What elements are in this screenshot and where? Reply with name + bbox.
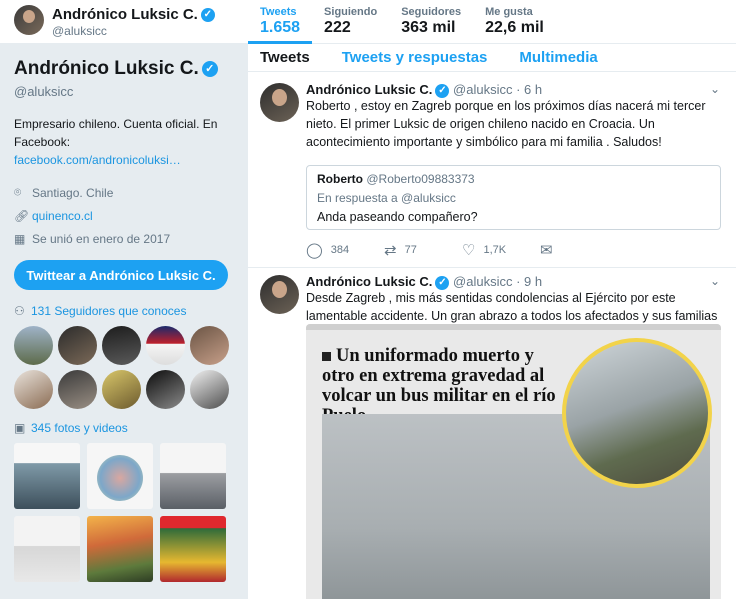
profile-handle[interactable]: @aluksicc <box>14 84 236 99</box>
stat-tweets[interactable]: Tweets 1.658 <box>248 0 313 44</box>
envelope-icon: ✉ <box>540 242 553 259</box>
tweet-actions: ◯ 384 ⇄ 77 ♡ 1,7K ✉ <box>306 241 618 259</box>
profile-joined: ▦ Se unió en enero de 2017 <box>14 231 171 246</box>
stat-followers[interactable]: Seguidores 363 mil <box>389 0 473 44</box>
retweet-icon: ⇄ <box>384 242 397 259</box>
follower-avatar[interactable] <box>146 370 185 409</box>
tab-tweets-replies[interactable]: Tweets y respuestas <box>330 44 488 71</box>
inset-photo <box>562 338 712 488</box>
follower-avatar[interactable] <box>146 326 185 365</box>
timeline-tabs: Tweets Tweets y respuestas Multimedia <box>248 44 736 72</box>
profile-nav-bar: Andrónico Luksic C. ✓ @aluksicc Tweets 1.… <box>0 0 736 44</box>
reply-to-label: En respuesta a @aluksicc <box>317 191 456 205</box>
like-button[interactable]: ♡ 1,7K <box>462 241 540 259</box>
tweet-media[interactable]: Un uniformado muerto y otro en extrema g… <box>306 324 721 599</box>
profile-meta: ⌾ Santiago. Chile 🔗︎ quinenco.cl ▦ Se unió … <box>14 181 236 250</box>
profile-bio: Empresario chileno. Cuenta oficial. En F… <box>14 117 218 167</box>
media-thumbnail[interactable] <box>14 516 80 582</box>
message-button[interactable]: ✉ <box>540 241 618 259</box>
media-thumbnail[interactable] <box>160 516 226 582</box>
media-thumbnail[interactable] <box>160 443 226 509</box>
follower-avatar[interactable] <box>190 326 229 365</box>
quoted-tweet-text: Anda paseando compañero? <box>317 210 478 224</box>
profile-location: ⌾ Santiago. Chile <box>14 185 114 200</box>
follower-avatar[interactable] <box>102 326 141 365</box>
quoted-tweet-header: Roberto @Roberto09883373 <box>317 172 475 186</box>
calendar-icon: ▦ <box>14 231 26 246</box>
avatar[interactable] <box>14 5 44 35</box>
location-pin-icon: ⌾ <box>14 185 22 199</box>
media-thumbnail[interactable] <box>87 516 153 582</box>
avatar[interactable] <box>260 275 299 314</box>
reply-button[interactable]: ◯ 384 <box>306 241 384 259</box>
verified-badge-icon: ✓ <box>435 83 450 98</box>
verified-badge-icon: ✓ <box>201 60 218 77</box>
media-thumbnail[interactable] <box>87 443 153 509</box>
follower-avatar[interactable] <box>14 326 53 365</box>
tweet-text: Roberto , estoy en Zagreb porque en los … <box>306 99 706 149</box>
infographic-circle <box>97 455 143 501</box>
image-icon: ▣ <box>14 421 26 435</box>
stat-likes[interactable]: Me gusta 22,6 mil <box>473 0 556 44</box>
follower-avatar[interactable] <box>58 370 97 409</box>
timeline: Tweets Tweets y respuestas Multimedia An… <box>248 44 736 599</box>
profile-website[interactable]: 🔗︎ quinenco.cl <box>14 204 236 227</box>
media-grid <box>14 443 236 582</box>
follower-avatar[interactable] <box>14 370 53 409</box>
avatar[interactable] <box>260 83 299 122</box>
tweet[interactable]: Andrónico Luksic C. ✓ @aluksicc · 9 h ⌄ D… <box>248 268 736 599</box>
person-icon: ⚇ <box>14 304 25 318</box>
newspaper-header-strip <box>306 324 721 330</box>
bio-link[interactable]: facebook.com/andronicoluksi… <box>14 153 181 167</box>
link-icon: 🔗︎ <box>14 208 30 223</box>
follower-avatar[interactable] <box>58 326 97 365</box>
heart-icon: ♡ <box>462 242 476 259</box>
reply-icon: ◯ <box>306 242 323 259</box>
profile-name[interactable]: Andrónico Luksic C. ✓ <box>14 58 236 80</box>
nav-profile-handle: @aluksicc <box>52 24 107 38</box>
chevron-down-icon[interactable]: ⌄ <box>710 274 720 288</box>
quoted-tweet[interactable]: Roberto @Roberto09883373 En respuesta a … <box>306 165 721 230</box>
followers-you-know-link[interactable]: ⚇ 131 Seguidores que conoces <box>14 304 236 318</box>
follower-avatar[interactable] <box>102 370 141 409</box>
profile-stats: Tweets 1.658 Siguiendo 222 Seguidores 36… <box>248 0 556 44</box>
tweet-header: Andrónico Luksic C. ✓ @aluksicc · 9 h <box>306 274 543 290</box>
retweet-button[interactable]: ⇄ 77 <box>384 241 462 259</box>
profile-sidebar: Andrónico Luksic C. ✓ @aluksicc Empresari… <box>14 58 236 582</box>
verified-badge-icon: ✓ <box>200 8 215 23</box>
chevron-down-icon[interactable]: ⌄ <box>710 82 720 96</box>
bullet-icon <box>322 352 331 362</box>
verified-badge-icon: ✓ <box>435 275 450 290</box>
follower-avatar[interactable] <box>190 370 229 409</box>
tweet[interactable]: Andrónico Luksic C. ✓ @aluksicc · 6 h ⌄ R… <box>248 72 736 268</box>
nav-profile-name[interactable]: Andrónico Luksic C. ✓ <box>52 6 215 23</box>
tab-media[interactable]: Multimedia <box>507 44 597 71</box>
followers-you-know-grid <box>14 326 236 409</box>
tab-tweets[interactable]: Tweets <box>248 44 310 71</box>
tweet-to-button[interactable]: Twittear a Andrónico Luksic C. <box>14 260 228 290</box>
tweet-header: Andrónico Luksic C. ✓ @aluksicc · 6 h <box>306 82 543 98</box>
photos-videos-link[interactable]: ▣ 345 fotos y videos <box>14 421 236 435</box>
stat-following[interactable]: Siguiendo 222 <box>312 0 389 44</box>
media-thumbnail[interactable] <box>14 443 80 509</box>
